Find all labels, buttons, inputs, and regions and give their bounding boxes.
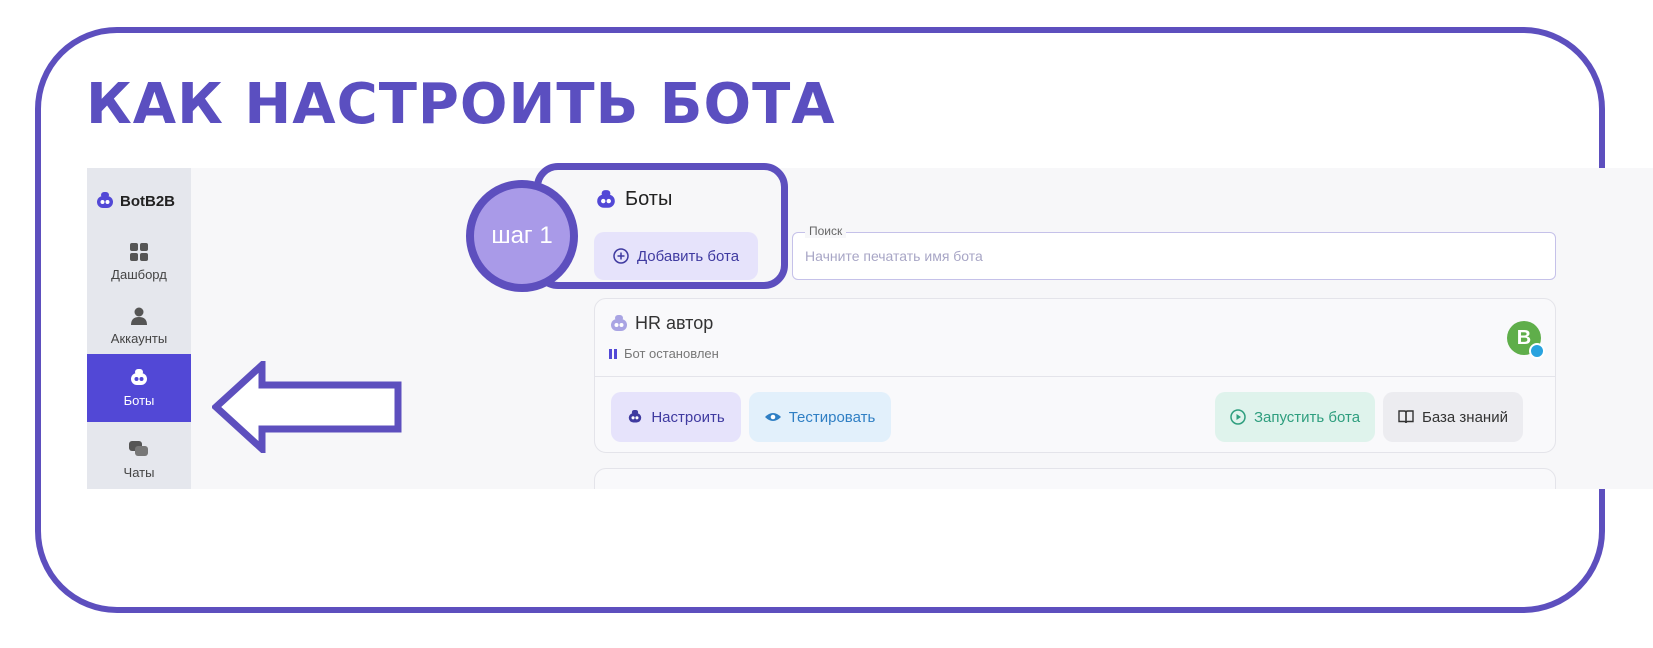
configure-button[interactable]: Настроить xyxy=(611,392,741,442)
brand: BotB2B xyxy=(95,192,175,210)
eye-icon xyxy=(764,413,781,421)
pause-icon xyxy=(609,348,617,359)
step-badge: шаг 1 xyxy=(466,180,578,292)
configure-label: Настроить xyxy=(651,408,725,426)
search-input[interactable]: Поиск Начните печатать имя бота xyxy=(792,224,1556,280)
bot-card-next xyxy=(594,468,1556,489)
start-bot-label: Запустить бота xyxy=(1253,408,1361,426)
knowledge-base-button[interactable]: База знаний xyxy=(1383,392,1523,442)
bot-icon xyxy=(611,314,627,331)
sidebar: BotB2B Дашборд Аккаунты Боты Чаты xyxy=(87,168,191,489)
bot-status: Бот остановлен xyxy=(609,346,719,361)
page-title: КАК НАСТРОИТЬ БОТА xyxy=(86,72,836,137)
test-button[interactable]: Тестировать xyxy=(749,392,891,442)
user-icon xyxy=(131,307,147,325)
bot-name-text: HR автор xyxy=(635,313,714,333)
sidebar-item-dashboard[interactable]: Дашборд xyxy=(87,228,191,296)
sidebar-item-label: Боты xyxy=(123,392,155,408)
bot-icon xyxy=(131,368,147,385)
bot-status-text: Бот остановлен xyxy=(624,346,719,361)
telegram-icon xyxy=(1529,343,1545,359)
bot-logo-icon xyxy=(97,192,113,208)
arrow-left-icon xyxy=(212,361,402,453)
chat-icon xyxy=(129,440,148,456)
search-legend: Поиск xyxy=(805,224,847,238)
grid-icon xyxy=(130,242,148,261)
sidebar-item-bots[interactable]: Боты xyxy=(87,354,191,422)
sidebar-item-chats[interactable]: Чаты xyxy=(87,426,191,489)
sidebar-item-label: Чаты xyxy=(123,464,155,480)
sidebar-item-label: Аккаунты xyxy=(110,330,168,346)
test-label: Тестировать xyxy=(788,408,876,426)
book-icon xyxy=(1398,410,1414,424)
play-circle-icon xyxy=(1230,409,1246,425)
bot-icon xyxy=(629,410,642,423)
sidebar-item-label: Дашборд xyxy=(111,266,167,282)
bot-card: HR автор Бот остановлен B Настроить Тест… xyxy=(594,298,1556,453)
start-bot-button[interactable]: Запустить бота xyxy=(1215,392,1375,442)
bot-card-header: HR автор Бот остановлен B xyxy=(595,299,1555,377)
sidebar-item-accounts[interactable]: Аккаунты xyxy=(87,292,191,360)
bot-name: HR автор xyxy=(609,313,713,334)
search-placeholder: Начните печатать имя бота xyxy=(805,248,983,264)
brand-name: BotB2B xyxy=(120,192,175,210)
knowledge-base-label: База знаний xyxy=(1422,408,1508,426)
